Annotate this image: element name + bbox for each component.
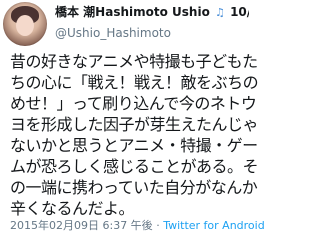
tweet-footer: 2015年02月09日 6:37 午後 · Twitter for Androi… <box>10 216 265 236</box>
tweet-text-line: ないかと思うとアニメ・特撮・ゲー <box>10 136 258 155</box>
author-name-suffix: 10/26(… <box>230 5 249 19</box>
author-header[interactable]: 橋本 潮Hashimoto Ushio ♫ 10/26(… <box>55 4 249 21</box>
tweet-text-line: ムが恐ろしく感じることがある。そ <box>10 157 259 176</box>
tweet-text-line: ちの心に「戦え！戦え！敵をぶちの <box>10 73 259 92</box>
avatar[interactable] <box>3 2 47 46</box>
music-notes-icon: ♫ <box>215 6 225 19</box>
author-handle[interactable]: @Ushio_Hashimoto <box>55 25 171 41</box>
tweet-timestamp[interactable]: 2015年02月09日 6:37 午後 <box>10 219 153 232</box>
tweet-text-line: 昔の好きなアニメや特撮も子どもた <box>10 52 258 71</box>
author-name[interactable]: 橋本 潮Hashimoto Ushio <box>55 5 210 19</box>
tweet-text-line: の一端に携わっていた自分がなんか <box>10 178 258 197</box>
tweet-text-line: ヨを形成した因子が芽生えたんじゃ <box>10 115 259 134</box>
tweet-text-line: めせ！」って刷り込んで今のネトウ <box>10 94 257 113</box>
avatar-face <box>16 15 34 36</box>
tweet-text: 昔の好きなアニメや特撮も子どもた ちの心に「戦え！戦え！敵をぶちの めせ！」って… <box>10 51 259 219</box>
footer-separator: · <box>156 219 160 232</box>
tweet-source-link[interactable]: Twitter for Android <box>163 219 265 232</box>
